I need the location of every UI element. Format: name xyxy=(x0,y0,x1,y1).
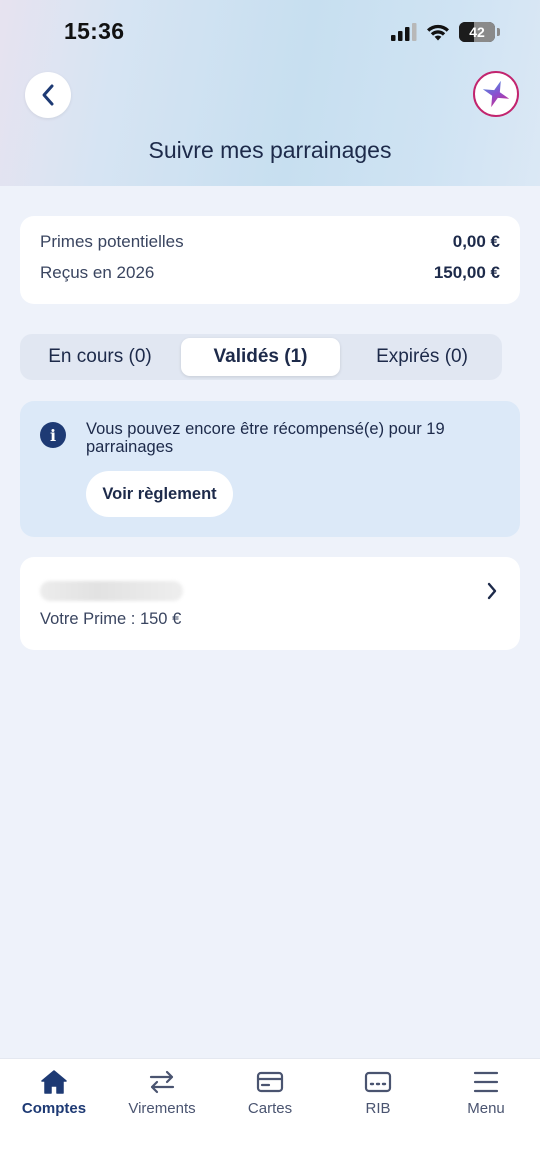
header: 15:36 42 Suivre mes parrainages xyxy=(0,0,540,186)
summary-label: Primes potentielles xyxy=(40,232,184,251)
nav-label: RIB xyxy=(365,1100,391,1117)
nav-comptes[interactable]: Comptes xyxy=(0,1059,108,1139)
nav-rib[interactable]: RIB xyxy=(324,1059,432,1139)
tab-en-cours[interactable]: En cours (0) xyxy=(26,338,174,376)
status-time: 15:36 xyxy=(64,18,125,44)
battery-level: 42 xyxy=(469,24,485,40)
summary-row-potential: Primes potentielles 0,00 € xyxy=(40,232,500,252)
nav-cartes[interactable]: Cartes xyxy=(216,1059,324,1139)
view-rules-button[interactable]: Voir règlement xyxy=(86,471,233,517)
nav-virements[interactable]: Virements xyxy=(108,1059,216,1139)
info-icon: i xyxy=(40,422,66,448)
sparkle-logo-icon xyxy=(482,80,510,108)
chevron-right-icon xyxy=(487,582,497,600)
status-tabs: En cours (0) Validés (1) Expirés (0) xyxy=(20,334,502,380)
battery-icon: 42 xyxy=(459,22,495,42)
card-icon xyxy=(256,1071,284,1093)
home-icon xyxy=(41,1070,67,1094)
brand-logo-button[interactable] xyxy=(473,71,519,117)
bottom-nav: Comptes Virements Cartes RIB Menu xyxy=(0,1058,540,1171)
nav-label: Comptes xyxy=(21,1100,87,1117)
referral-item[interactable]: Votre Prime : 150 € xyxy=(20,557,520,650)
nav-label: Virements xyxy=(128,1100,196,1117)
chevron-left-icon xyxy=(42,84,54,106)
rib-icon xyxy=(364,1071,392,1093)
page-title: Suivre mes parrainages xyxy=(148,137,392,163)
summary-value: 150,00 € xyxy=(433,263,500,282)
signal-icon xyxy=(391,23,417,41)
redacted-referee-name xyxy=(40,581,183,601)
summary-row-received: Reçus en 2026 150,00 € xyxy=(40,263,500,283)
menu-icon xyxy=(473,1071,499,1093)
transfer-icon xyxy=(149,1070,175,1094)
nav-label: Menu xyxy=(467,1100,505,1117)
tab-expires[interactable]: Expirés (0) xyxy=(347,338,497,376)
tab-valides[interactable]: Validés (1) xyxy=(181,338,340,376)
rewards-summary-card: Primes potentielles 0,00 € Reçus en 2026… xyxy=(20,216,520,304)
info-banner: i Vous pouvez encore être récompensé(e) … xyxy=(20,401,520,537)
wifi-icon xyxy=(427,24,449,41)
summary-label: Reçus en 2026 xyxy=(40,263,155,282)
nav-label: Cartes xyxy=(247,1100,293,1117)
info-text: Vous pouvez encore être récompensé(e) po… xyxy=(86,420,445,456)
back-button[interactable] xyxy=(25,72,71,118)
referral-prime: Votre Prime : 150 € xyxy=(40,610,182,628)
status-icons: 42 xyxy=(391,20,500,44)
summary-value: 0,00 € xyxy=(452,232,500,251)
nav-menu[interactable]: Menu xyxy=(432,1059,540,1139)
